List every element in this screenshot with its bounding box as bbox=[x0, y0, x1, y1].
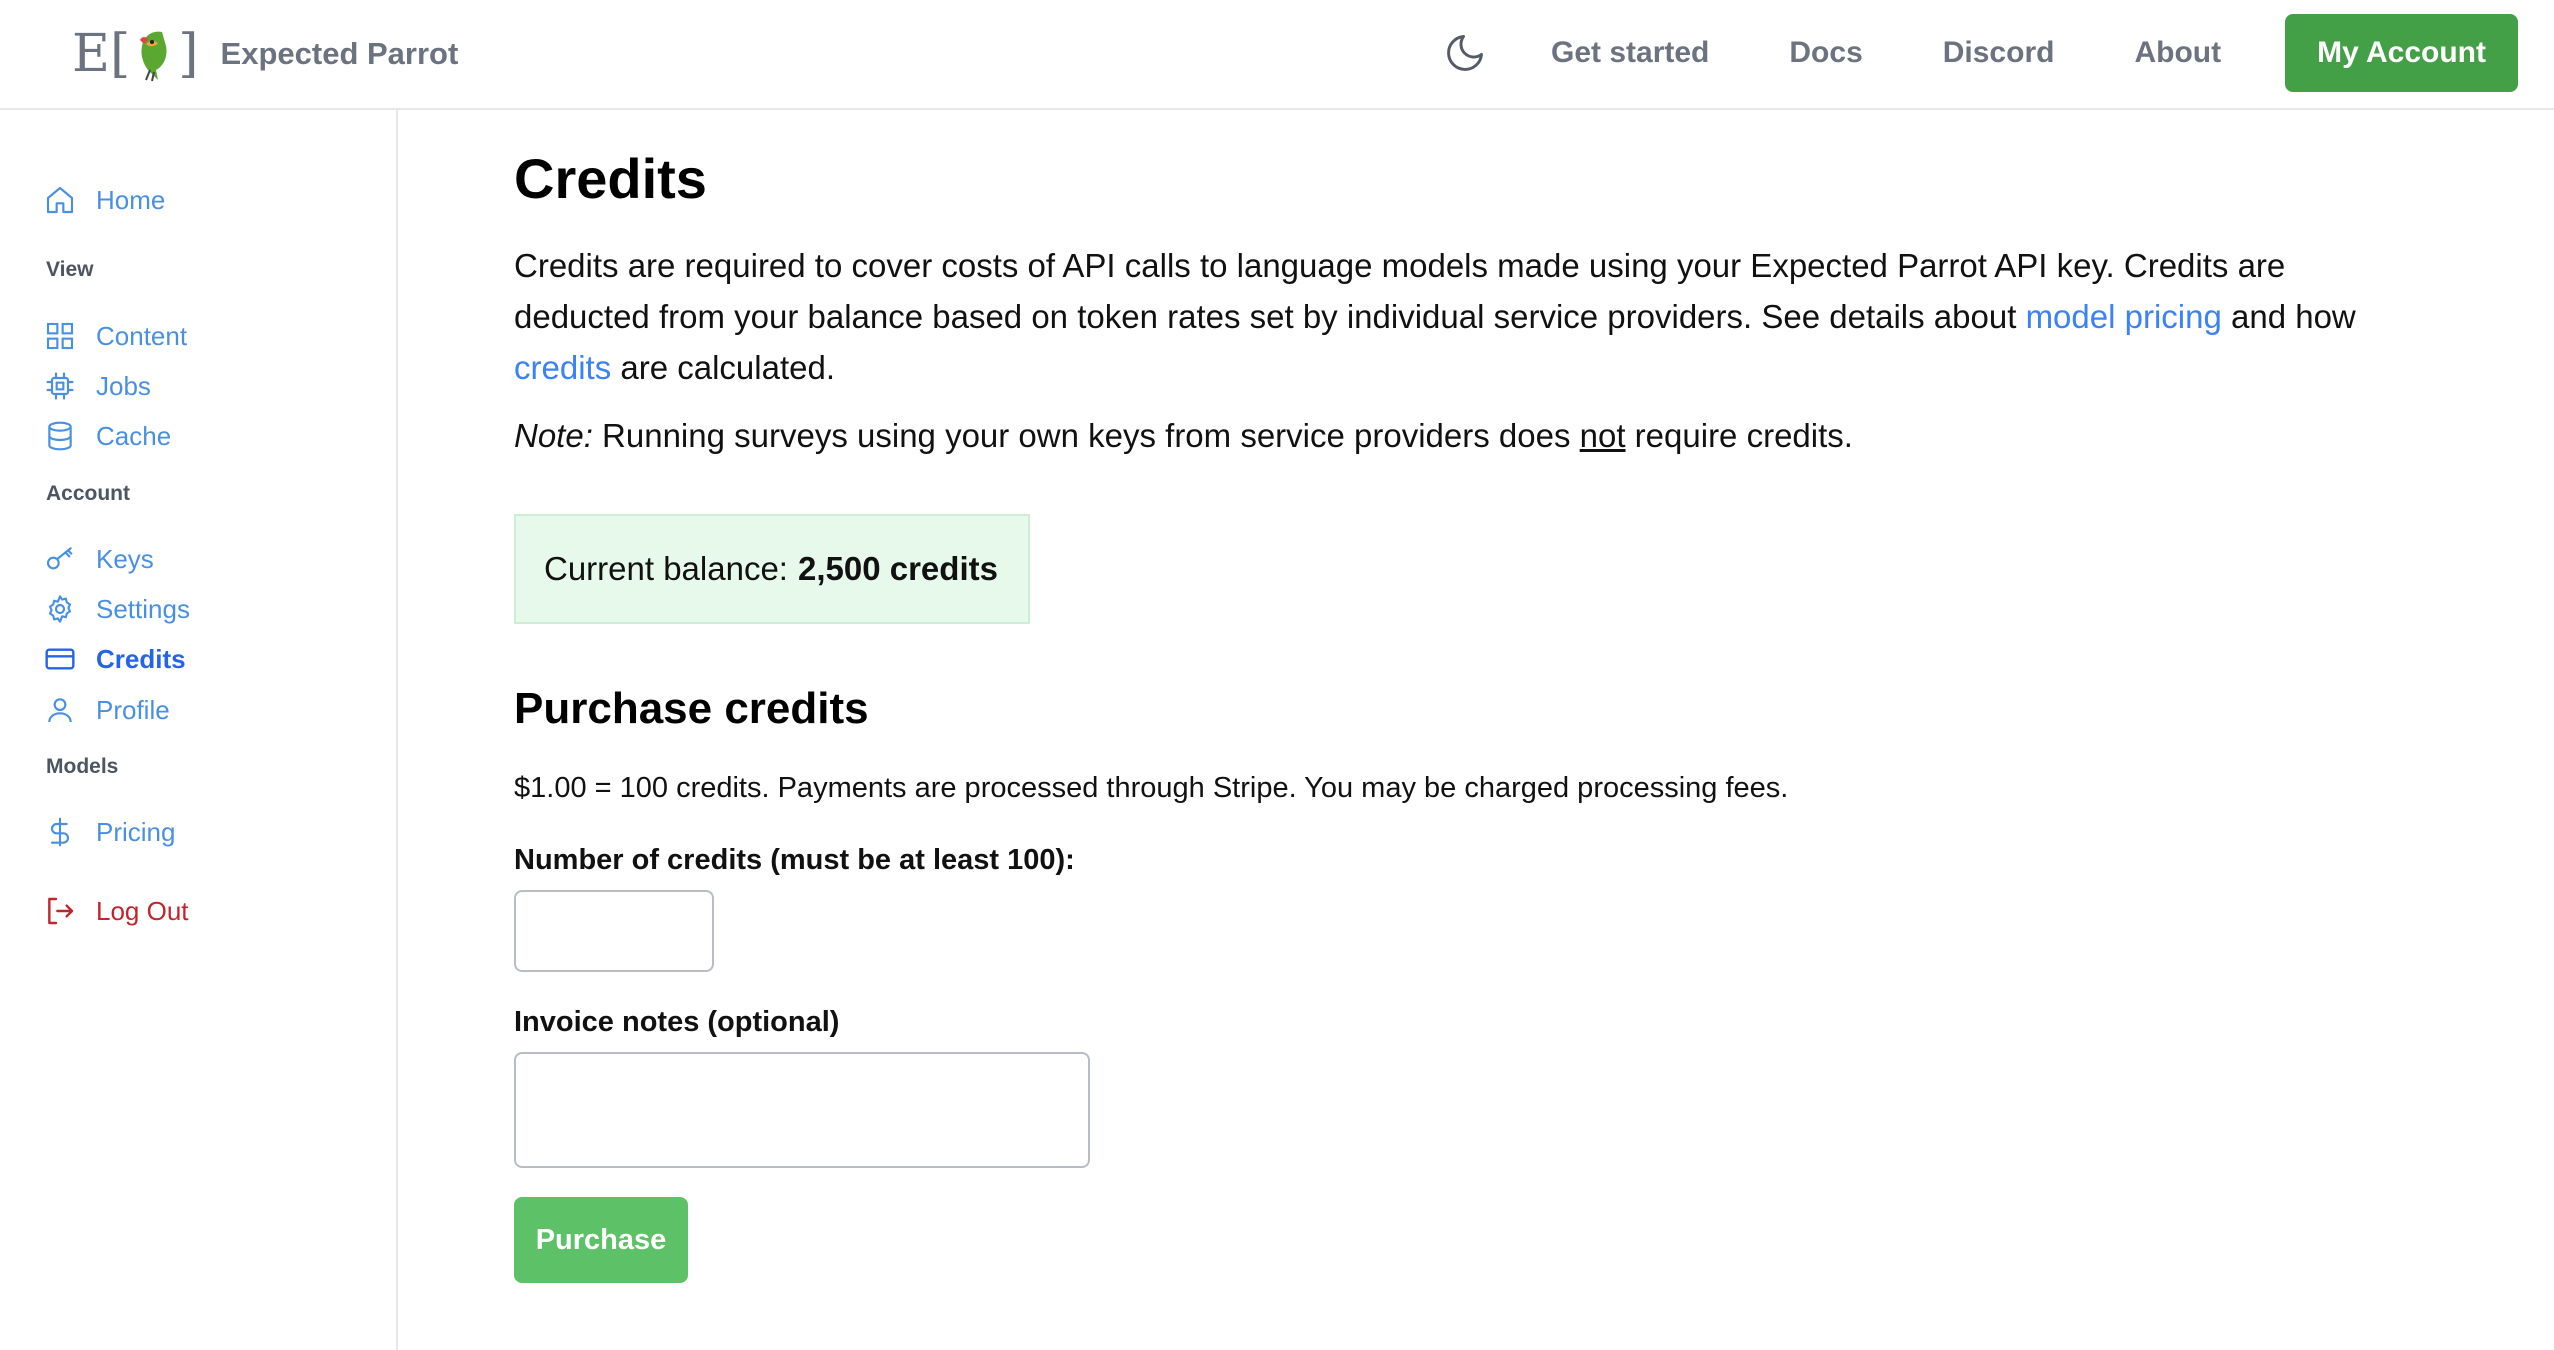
intro-text: are calculated. bbox=[611, 349, 836, 386]
credits-amount-label: Number of credits (must be at least 100)… bbox=[514, 844, 1075, 876]
rate-description: $1.00 = 100 credits. Payments are proces… bbox=[514, 772, 1789, 804]
sidebar-section-account: Account bbox=[46, 482, 130, 505]
page-title: Credits bbox=[514, 147, 707, 210]
sidebar-item-label: Log Out bbox=[96, 895, 189, 926]
sidebar-item-profile[interactable]: Profile bbox=[44, 690, 170, 730]
sidebar: Home View Content Jobs Cache Account Key… bbox=[0, 110, 398, 1350]
gear-icon bbox=[48, 595, 72, 623]
invoice-notes-label: Invoice notes (optional) bbox=[514, 1006, 840, 1038]
home-icon bbox=[46, 186, 74, 214]
note-emphasis: not bbox=[1579, 417, 1626, 454]
cpu-chip-icon bbox=[46, 372, 74, 400]
credits-amount-input[interactable] bbox=[514, 890, 714, 972]
sidebar-section-models: Models bbox=[46, 755, 119, 778]
note-text: require credits. bbox=[1625, 417, 1853, 454]
credit-card-icon bbox=[45, 648, 75, 670]
purchase-credits-heading: Purchase credits bbox=[514, 684, 869, 733]
user-icon bbox=[48, 698, 72, 723]
top-nav: Get started Docs Discord About My Accoun… bbox=[1443, 14, 2518, 92]
note-label: Note: bbox=[514, 417, 593, 454]
logo-bracket-left: E[ bbox=[72, 24, 131, 84]
sidebar-item-credits[interactable]: Credits bbox=[44, 639, 186, 679]
current-balance-box: Current balance: 2,500 credits bbox=[514, 514, 1030, 624]
nav-about[interactable]: About bbox=[2134, 36, 2221, 70]
balance-value: 2,500 credits bbox=[797, 550, 998, 587]
sidebar-item-label: Profile bbox=[96, 694, 170, 725]
my-account-button[interactable]: My Account bbox=[2285, 14, 2518, 92]
brand-name: Expected Parrot bbox=[220, 36, 459, 71]
sidebar-item-label: Credits bbox=[96, 643, 186, 674]
purchase-button[interactable]: Purchase bbox=[514, 1197, 688, 1283]
sidebar-section-view: View bbox=[46, 258, 94, 281]
sidebar-item-label: Cache bbox=[96, 420, 172, 451]
nav-discord[interactable]: Discord bbox=[1943, 36, 2055, 70]
sidebar-item-settings[interactable]: Settings bbox=[44, 589, 190, 629]
note-paragraph: Note: Running surveys using your own key… bbox=[514, 410, 1853, 461]
logo-bracket-right: ] bbox=[178, 24, 199, 84]
logo: E[ ] bbox=[72, 20, 199, 88]
parrot-logo-icon bbox=[140, 31, 167, 82]
intro-text: Credits are required to cover costs of A… bbox=[514, 247, 2286, 335]
grid-icon bbox=[46, 322, 74, 350]
sidebar-item-label: Settings bbox=[96, 593, 190, 624]
sidebar-item-label: Pricing bbox=[96, 816, 176, 847]
sidebar-item-cache[interactable]: Cache bbox=[44, 416, 171, 456]
balance-label: Current balance: bbox=[544, 550, 788, 587]
logout-icon bbox=[48, 897, 74, 925]
sidebar-item-jobs[interactable]: Jobs bbox=[44, 366, 151, 406]
dollar-icon bbox=[50, 817, 69, 847]
intro-text: and how bbox=[2221, 298, 2356, 335]
nav-docs[interactable]: Docs bbox=[1789, 36, 1862, 70]
sidebar-item-label: Content bbox=[96, 320, 188, 351]
intro-paragraph: Credits are required to cover costs of A… bbox=[514, 240, 2414, 393]
sidebar-item-label: Home bbox=[96, 184, 166, 215]
sidebar-item-pricing[interactable]: Pricing bbox=[44, 812, 175, 852]
database-icon bbox=[48, 421, 72, 451]
sidebar-item-keys[interactable]: Keys bbox=[44, 539, 154, 579]
sidebar-item-label: Jobs bbox=[96, 370, 151, 401]
sidebar-item-logout[interactable]: Log Out bbox=[44, 891, 189, 931]
model-pricing-link[interactable]: model pricing bbox=[2026, 298, 2222, 335]
sidebar-item-home[interactable]: Home bbox=[44, 180, 165, 220]
credits-link[interactable]: credits bbox=[514, 349, 611, 386]
invoice-notes-textarea[interactable] bbox=[514, 1052, 1090, 1168]
sidebar-item-label: Keys bbox=[96, 543, 154, 574]
top-navbar: E[ ] Expected Parrot Get started Docs Di… bbox=[0, 0, 2554, 110]
sidebar-item-content[interactable]: Content bbox=[44, 316, 187, 356]
key-icon bbox=[46, 547, 73, 570]
note-text: Running surveys using your own keys from… bbox=[592, 417, 1580, 454]
nav-get-started[interactable]: Get started bbox=[1551, 36, 1709, 70]
brand[interactable]: E[ ] Expected Parrot bbox=[72, 20, 458, 88]
dark-mode-moon-icon[interactable] bbox=[1443, 31, 1487, 75]
